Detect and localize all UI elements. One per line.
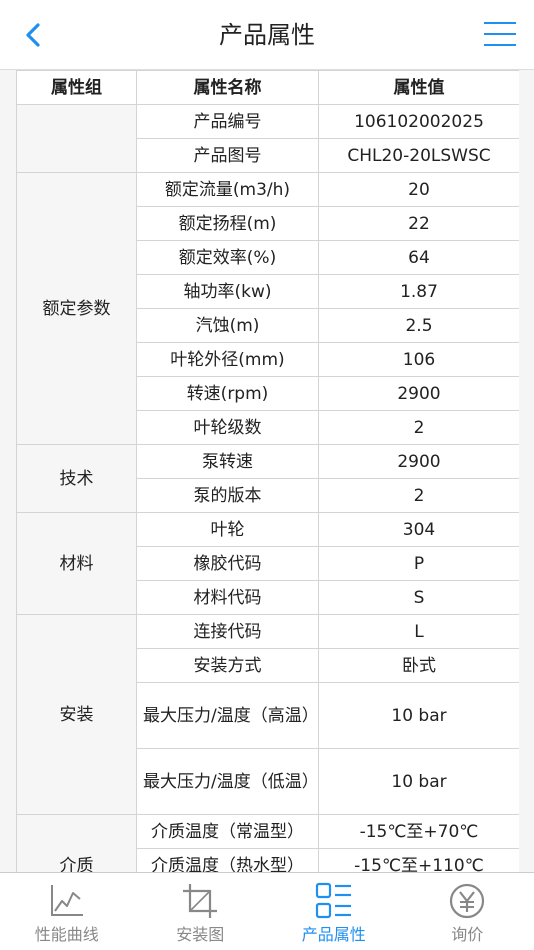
group-cell: 额定参数 (16, 172, 137, 445)
attribute-name: 最大压力/温度（低温） (136, 748, 319, 815)
attribute-value: 2 (318, 410, 519, 445)
attribute-name: 连接代码 (136, 614, 319, 649)
back-button[interactable] (18, 18, 52, 52)
group-cell: 安装 (16, 614, 137, 815)
attribute-name: 额定效率(%) (136, 240, 319, 275)
attribute-name: 橡胶代码 (136, 546, 319, 581)
table-row: 产品编号 106102002025 (16, 104, 519, 173)
attribute-value: 2900 (318, 444, 519, 479)
attribute-value: 2.5 (318, 308, 519, 343)
group-cell: 介质 (16, 814, 137, 872)
attribute-value: 卧式 (318, 648, 519, 683)
attribute-name: 介质温度（常温型） (136, 814, 319, 849)
nav-label: 询价 (451, 925, 484, 944)
nav-item-product-attributes[interactable]: 产品属性 (267, 873, 401, 950)
attribute-name: 最大压力/温度（高温） (136, 682, 319, 749)
list-icon (315, 882, 351, 919)
nav-label: 产品属性 (301, 925, 366, 944)
attribute-name: 介质温度（热水型） (136, 848, 319, 872)
table-row: 技术 泵转速 2900 (16, 444, 519, 513)
group-cell: 技术 (16, 444, 137, 513)
table-row: 材料 叶轮 304 (16, 512, 519, 615)
nav-item-install-drawing[interactable]: 安装图 (134, 873, 268, 950)
attribute-name: 转速(rpm) (136, 376, 319, 411)
column-header-name: 属性名称 (136, 70, 319, 105)
table-row: 安装 连接代码 L (16, 614, 519, 815)
nav-item-inquiry[interactable]: 询价 (401, 873, 534, 950)
attribute-value: 22 (318, 206, 519, 241)
bottom-nav: 性能曲线 安装图 产品属性 询价 (0, 872, 534, 950)
attribute-name: 安装方式 (136, 648, 319, 683)
menu-button[interactable] (484, 20, 518, 50)
page-title: 产品属性 (219, 21, 315, 49)
attribute-table-container[interactable]: 属性组 属性名称 属性值 产品编号 106102002025 产品图号 CHL2… (16, 70, 519, 872)
attribute-name: 材料代码 (136, 580, 319, 615)
nav-label: 安装图 (176, 925, 225, 944)
attribute-name: 额定扬程(m) (136, 206, 319, 241)
menu-icon (484, 22, 516, 24)
attribute-value: 10 bar (318, 748, 519, 815)
attribute-name: 汽蚀(m) (136, 308, 319, 343)
attribute-name: 叶轮外径(mm) (136, 342, 319, 377)
chart-line-icon (50, 885, 83, 916)
attribute-name: 额定流量(m3/h) (136, 172, 319, 207)
crop-frame-icon (183, 884, 218, 918)
attribute-name: 叶轮级数 (136, 410, 319, 445)
attribute-value: 2900 (318, 376, 519, 411)
attribute-value: 304 (318, 512, 519, 547)
attribute-name: 泵转速 (136, 444, 319, 479)
attribute-value: CHL20-20LSWSC (318, 138, 519, 173)
attribute-value: 106 (318, 342, 519, 377)
table-row: 介质 介质温度（常温型） -15℃至+70℃ (16, 814, 519, 872)
nav-label: 性能曲线 (34, 925, 99, 944)
header-bar: 产品属性 (0, 0, 534, 70)
attribute-name: 产品图号 (136, 138, 319, 173)
attribute-value: 10 bar (318, 682, 519, 749)
yen-icon (450, 883, 485, 919)
column-header-group: 属性组 (16, 70, 137, 105)
attribute-value: L (318, 614, 519, 649)
attribute-table: 属性组 属性名称 属性值 产品编号 106102002025 产品图号 CHL2… (16, 70, 519, 872)
chevron-left-icon (26, 23, 40, 47)
attribute-name: 叶轮 (136, 512, 319, 547)
column-header-value: 属性值 (318, 70, 519, 105)
group-cell (16, 104, 137, 173)
table-row: 额定参数 额定流量(m3/h) 20 (16, 172, 519, 445)
attribute-value: 64 (318, 240, 519, 275)
attribute-value: 106102002025 (318, 104, 519, 139)
attribute-name: 轴功率(kw) (136, 274, 319, 309)
attribute-value: -15℃至+110℃ (318, 848, 519, 872)
attribute-value: -15℃至+70℃ (318, 814, 519, 849)
menu-icon (484, 44, 516, 46)
attribute-value: S (318, 580, 519, 615)
group-cell: 材料 (16, 512, 137, 615)
attribute-value: 2 (318, 478, 519, 513)
attribute-name: 泵的版本 (136, 478, 319, 513)
attribute-value: 1.87 (318, 274, 519, 309)
nav-item-performance-curve[interactable]: 性能曲线 (0, 873, 134, 950)
attribute-value: 20 (318, 172, 519, 207)
menu-icon (484, 33, 516, 35)
attribute-name: 产品编号 (136, 104, 319, 139)
attribute-value: P (318, 546, 519, 581)
